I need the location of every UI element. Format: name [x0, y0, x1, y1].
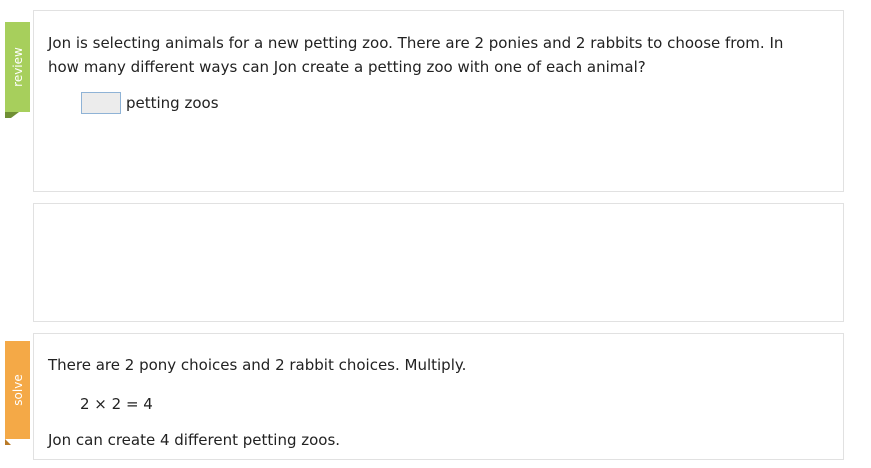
solve-tab-bar: solve [5, 341, 30, 439]
review-tab-fold [5, 112, 19, 118]
solve-tab-label: solve [10, 374, 25, 406]
answer-input[interactable] [81, 92, 121, 114]
solve-tab: solve [5, 341, 30, 445]
solve-card: There are 2 pony choices and 2 rabbit ch… [33, 333, 844, 460]
answer-row: petting zoos [81, 92, 219, 114]
solve-conclusion: Jon can create 4 different petting zoos. [48, 431, 341, 449]
review-card: Jon is selecting animals for a new petti… [33, 10, 844, 192]
solve-tab-fold [5, 439, 19, 445]
blank-card [33, 203, 844, 322]
solve-equation: 2 × 2 = 4 [80, 395, 153, 413]
answer-unit-label: petting zoos [126, 94, 219, 112]
review-tab-label: review [10, 47, 25, 87]
question-text: Jon is selecting animals for a new petti… [48, 34, 784, 76]
review-tab: review [5, 22, 30, 118]
review-tab-bar: review [5, 22, 30, 112]
solve-explanation: There are 2 pony choices and 2 rabbit ch… [48, 356, 467, 374]
